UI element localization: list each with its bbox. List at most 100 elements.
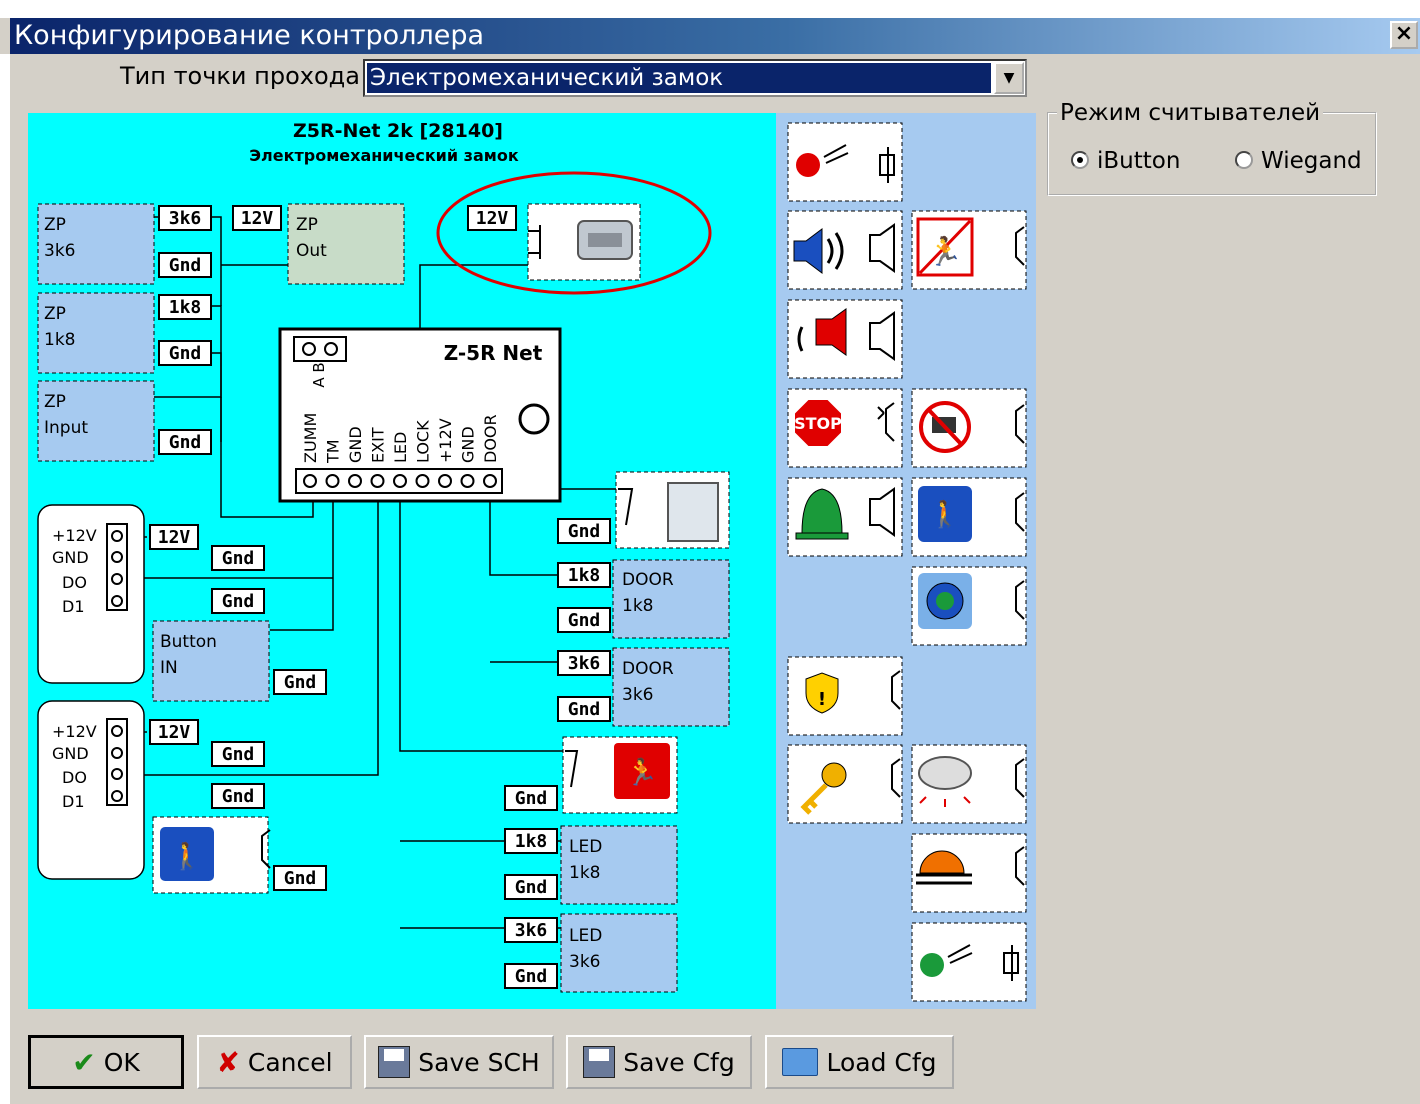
lock-device[interactable]: [527, 203, 641, 281]
svg-text:🏃: 🏃: [626, 757, 658, 788]
tag-text: 12V: [476, 208, 509, 229]
background-window-edge: [0, 54, 10, 1104]
evacuation-device[interactable]: 🏃: [562, 736, 678, 814]
save-sch-button[interactable]: Save SCH: [364, 1035, 554, 1089]
red-led-icon[interactable]: [787, 122, 903, 202]
tag-text: Gnd: [169, 255, 202, 276]
save-schema-icon: [378, 1046, 411, 1078]
pin-label: EXIT: [369, 427, 388, 463]
pin-label: DOOR: [481, 414, 500, 463]
siren-icon[interactable]: [787, 299, 903, 379]
radio-wiegand[interactable]: Wiegand: [1235, 148, 1362, 174]
tag-text: Gnd: [169, 432, 202, 453]
save-cfg-button[interactable]: Save Cfg: [566, 1035, 752, 1089]
dropdown-arrow-icon[interactable]: ▼: [994, 62, 1024, 94]
sunset-icon[interactable]: [911, 833, 1027, 913]
reader-pin: GND: [52, 548, 89, 567]
green-led-icon[interactable]: [911, 922, 1027, 1002]
tag-text: Gnd: [222, 548, 255, 569]
zone-led-3k6[interactable]: LED 3k6: [560, 913, 678, 993]
zone-label: Out: [296, 241, 327, 261]
tag-gnd: Gnd: [557, 607, 611, 633]
pin-label: ZUMM: [301, 413, 320, 463]
svg-text:🚶: 🚶: [929, 499, 961, 530]
tag-text: 1k8: [515, 831, 548, 852]
window-title: Конфигурирование контроллера: [14, 20, 485, 51]
config-dialog: Конфигурирование контроллера × Тип точки…: [0, 0, 1420, 1104]
tag-text: Gnd: [515, 877, 548, 898]
zone-label: ZP: [44, 215, 66, 235]
controller-label: Z-5R Net: [444, 341, 543, 365]
zone-zp-1k8[interactable]: ZP 1k8: [37, 292, 155, 374]
tag-gnd: Gnd: [504, 785, 558, 811]
close-button[interactable]: ×: [1390, 21, 1418, 49]
stop-sign-icon[interactable]: STOP: [787, 388, 903, 468]
save-cfg-label: Save Cfg: [623, 1047, 735, 1077]
pin-label: TM: [324, 439, 343, 464]
key-icon[interactable]: [787, 744, 903, 824]
controller-board[interactable]: Z-5R Net A B ZUMM TM GND EXIT LED LOCK +12V GND…: [278, 327, 562, 503]
door-device[interactable]: [615, 471, 730, 549]
load-cfg-label: Load Cfg: [826, 1047, 937, 1077]
tag-text: Gnd: [222, 786, 255, 807]
zone-label: LED: [569, 926, 602, 946]
ok-button[interactable]: ✔ OK: [28, 1035, 184, 1089]
reader-pin: D1: [62, 792, 85, 811]
speaker-icon[interactable]: [787, 210, 903, 290]
radio-wiegand-label: Wiegand: [1261, 148, 1362, 174]
reader-pin: DO: [62, 768, 87, 787]
tag-gnd: Gnd: [273, 669, 327, 695]
tag-gnd: Gnd: [273, 865, 327, 891]
zone-zp-input[interactable]: ZP Input: [37, 380, 155, 462]
tag-text: 12V: [158, 722, 191, 743]
title-bar[interactable]: Конфигурирование контроллера ×: [10, 18, 1420, 54]
reader-2[interactable]: +12V GND DO D1: [37, 700, 145, 880]
zone-zp-out[interactable]: ZP Out: [287, 203, 405, 285]
tag-text: Gnd: [222, 591, 255, 612]
tag-text: 1k8: [568, 565, 601, 586]
tag-12v: 12V: [467, 205, 517, 231]
zone-label: 1k8: [622, 596, 653, 616]
access-point-type-select[interactable]: Электромеханический замок ▼: [363, 59, 1027, 97]
svg-text:🏃: 🏃: [928, 235, 963, 268]
tag-1k8: 1k8: [557, 562, 611, 588]
tag-gnd: Gnd: [557, 696, 611, 722]
zone-label: DOOR: [622, 659, 674, 679]
diagram-title: Z5R-Net 2k [28140]: [293, 120, 503, 142]
zone-label: LED: [569, 837, 602, 857]
warning-shield-icon[interactable]: !: [787, 656, 903, 736]
tag-gnd: Gnd: [504, 874, 558, 900]
zone-button-in[interactable]: Button IN: [152, 620, 270, 702]
tag-gnd: Gnd: [557, 518, 611, 544]
zone-label: 3k6: [622, 685, 653, 705]
alarm-button-icon[interactable]: [911, 566, 1027, 646]
zone-zp-3k6[interactable]: ZP 3k6: [37, 203, 155, 285]
no-exit-icon[interactable]: 🏃: [911, 210, 1027, 290]
cross-icon: ✘: [216, 1045, 240, 1079]
tag-text: Gnd: [222, 744, 255, 765]
zone-door-3k6[interactable]: DOOR 3k6: [612, 647, 730, 727]
tag-gnd: Gnd: [211, 783, 265, 809]
zone-door-1k8[interactable]: DOOR 1k8: [612, 559, 730, 639]
no-camera-icon[interactable]: [911, 388, 1027, 468]
smoke-detector-icon[interactable]: [911, 744, 1027, 824]
wiring-diagram[interactable]: Z5R-Net 2k [28140] Электромеханический з…: [28, 113, 1036, 1009]
stop-text: STOP: [794, 414, 842, 433]
access-point-type-label: Тип точки прохода: [120, 62, 360, 90]
pin-label: LED: [391, 432, 410, 463]
tag-text: 3k6: [169, 208, 202, 229]
cancel-button[interactable]: ✘ Cancel: [197, 1035, 352, 1089]
tag-1k8: 1k8: [504, 828, 558, 854]
tag-text: Gnd: [568, 521, 601, 542]
exit-button-device[interactable]: 🚶: [152, 816, 271, 894]
reader-1[interactable]: +12V GND DO D1: [37, 504, 145, 684]
bell-icon[interactable]: [787, 477, 903, 557]
floppy-icon: [583, 1046, 616, 1078]
tag-gnd: Gnd: [211, 741, 265, 767]
tag-text: Gnd: [169, 343, 202, 364]
radio-ibutton[interactable]: iButton: [1071, 148, 1180, 174]
load-cfg-button[interactable]: Load Cfg: [765, 1035, 954, 1089]
zone-led-1k8[interactable]: LED 1k8: [560, 825, 678, 905]
tag-3k6: 3k6: [557, 650, 611, 676]
exit-person-icon[interactable]: 🚶: [911, 477, 1027, 557]
